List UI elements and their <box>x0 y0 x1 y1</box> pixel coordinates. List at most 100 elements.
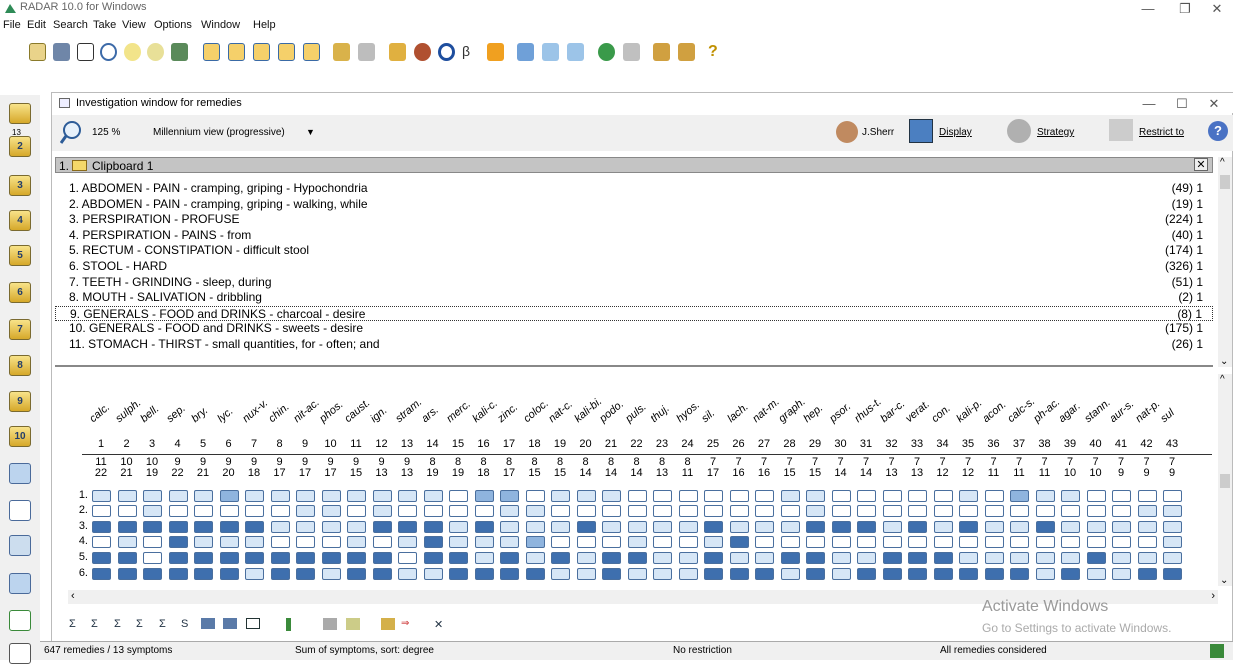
grade-cell[interactable] <box>423 552 443 564</box>
grade-cell[interactable] <box>704 568 723 580</box>
grade-cell[interactable] <box>959 552 978 564</box>
grade-cell[interactable] <box>1061 568 1080 580</box>
remedy-name[interactable]: nat-p. <box>1133 398 1162 425</box>
filter-icon[interactable] <box>1109 119 1133 141</box>
grade-cell[interactable] <box>933 521 953 533</box>
grade-cell[interactable] <box>602 568 621 580</box>
grade-cell[interactable] <box>806 552 825 564</box>
grade-cell[interactable] <box>398 568 417 580</box>
clipboard-3-button[interactable]: 3 <box>9 175 31 196</box>
list-2-icon[interactable] <box>567 43 584 61</box>
search-icon[interactable] <box>100 43 117 61</box>
grade-cell[interactable] <box>1035 552 1055 564</box>
grade-cell[interactable] <box>372 505 392 517</box>
grade-cell[interactable] <box>908 568 927 580</box>
remedy-name[interactable]: psor. <box>827 400 853 425</box>
grade-cell[interactable] <box>245 521 264 533</box>
grade-cell[interactable] <box>449 568 468 580</box>
grade-cell[interactable] <box>1163 490 1182 502</box>
grade-cell[interactable] <box>908 536 927 548</box>
avatar[interactable] <box>836 121 858 143</box>
grade-cell[interactable] <box>92 505 111 517</box>
grade-cell[interactable] <box>296 552 315 564</box>
grade-cell[interactable] <box>1112 568 1131 580</box>
grade-cell[interactable] <box>117 568 137 580</box>
flame-icon[interactable] <box>389 43 406 61</box>
grade-cell[interactable] <box>831 505 851 517</box>
grade-cell[interactable] <box>908 552 927 564</box>
remedy-name[interactable]: kali-bi. <box>572 395 604 425</box>
grade-cell[interactable] <box>347 568 366 580</box>
grade-cell[interactable] <box>168 568 188 580</box>
rubric-row[interactable]: 2. ABDOMEN - PAIN - cramping, griping - … <box>55 197 1213 213</box>
grade-cell[interactable] <box>984 505 1004 517</box>
network-2-icon[interactable] <box>678 43 695 61</box>
chevron-down-icon[interactable]: ▼ <box>306 127 315 137</box>
grade-cell[interactable] <box>627 505 647 517</box>
grade-cell[interactable] <box>168 552 188 564</box>
grade-cell[interactable] <box>755 536 774 548</box>
clipboard-4-button[interactable]: 4 <box>9 210 31 231</box>
grade-cell[interactable] <box>347 490 366 502</box>
remedy-name[interactable]: nux-v. <box>240 397 270 425</box>
search-left-icon[interactable] <box>9 610 31 631</box>
remedy-name[interactable]: stann. <box>1082 397 1113 425</box>
grade-cell[interactable] <box>449 536 468 548</box>
grade-cell[interactable] <box>780 521 800 533</box>
grade-cell[interactable] <box>984 521 1004 533</box>
tag-icon[interactable] <box>487 43 504 61</box>
rubric-row[interactable]: 9. GENERALS - FOOD and DRINKS - charcoal… <box>55 305 1213 322</box>
clipboard-header[interactable]: 1. Clipboard 1 ✕ <box>55 157 1213 173</box>
arrow-icon[interactable]: ⇒ <box>401 618 419 630</box>
grade-cell[interactable] <box>245 552 264 564</box>
grade-cell[interactable] <box>551 536 570 548</box>
clipboard-3-icon[interactable] <box>253 43 270 61</box>
remedy-name[interactable]: ign. <box>368 404 389 425</box>
sum-icon[interactable]: Σ <box>69 618 76 630</box>
remedy-name[interactable]: sul <box>1158 407 1176 425</box>
remedy-name[interactable]: calc-s. <box>1005 395 1037 425</box>
grade-cell[interactable] <box>321 552 341 564</box>
grade-cell[interactable] <box>882 568 902 580</box>
grade-cell[interactable] <box>296 505 315 517</box>
grade-cell[interactable] <box>117 505 137 517</box>
grade-cell[interactable] <box>933 536 953 548</box>
grade-cell[interactable] <box>372 490 392 502</box>
remedy-name[interactable]: acon. <box>980 399 1008 425</box>
grade-cell[interactable] <box>321 490 341 502</box>
grade-cell[interactable] <box>806 568 825 580</box>
grade-cell[interactable] <box>270 568 290 580</box>
grade-cell[interactable] <box>933 490 953 502</box>
grade-cell[interactable] <box>1086 521 1106 533</box>
grade-cell[interactable] <box>984 490 1004 502</box>
grade-cell[interactable] <box>653 505 672 517</box>
grade-cell[interactable] <box>1010 536 1029 548</box>
grade-cell[interactable] <box>602 536 621 548</box>
grade-cell[interactable] <box>474 536 494 548</box>
sum-5-icon[interactable]: Σ <box>159 618 166 630</box>
list-icon[interactable] <box>542 43 559 61</box>
grid-scroll-thumb[interactable] <box>1220 474 1230 488</box>
grade-cell[interactable] <box>321 505 341 517</box>
grade-cell[interactable] <box>321 536 341 548</box>
grade-cell[interactable] <box>500 568 519 580</box>
remedy-name[interactable]: verat. <box>903 398 932 425</box>
grade-cell[interactable] <box>653 490 672 502</box>
tool-icon[interactable] <box>171 43 188 61</box>
grade-cell[interactable] <box>347 505 366 517</box>
grade-cell[interactable] <box>780 568 800 580</box>
grade-cell[interactable] <box>525 552 545 564</box>
grade-cell[interactable] <box>959 536 978 548</box>
grade-cell[interactable] <box>194 505 213 517</box>
grade-cell[interactable] <box>602 552 621 564</box>
rubric-row[interactable]: 7. TEETH - GRINDING - sleep, during (51) … <box>55 275 1213 291</box>
grade-cell[interactable] <box>194 568 213 580</box>
menu-options[interactable]: Options <box>154 19 192 31</box>
print-icon[interactable] <box>623 43 640 61</box>
rubric-row[interactable]: 8. MOUTH - SALIVATION - dribbling (2) 1 <box>55 290 1213 306</box>
grade-cell[interactable] <box>806 521 825 533</box>
grade-cell[interactable] <box>959 490 978 502</box>
grade-cell[interactable] <box>372 552 392 564</box>
grade-cell[interactable] <box>296 521 315 533</box>
grade-cell[interactable] <box>576 536 596 548</box>
